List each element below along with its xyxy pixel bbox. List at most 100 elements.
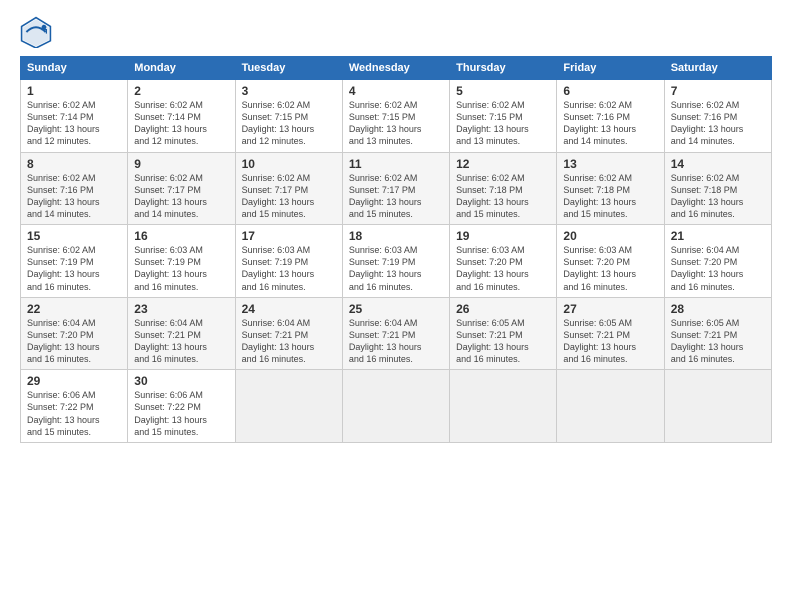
day-info: Sunrise: 6:02 AM Sunset: 7:16 PM Dayligh… [27,172,121,221]
day-info: Sunrise: 6:02 AM Sunset: 7:16 PM Dayligh… [563,99,657,148]
day-number: 11 [349,157,443,171]
day-info: Sunrise: 6:02 AM Sunset: 7:14 PM Dayligh… [27,99,121,148]
day-number: 16 [134,229,228,243]
day-number: 9 [134,157,228,171]
calendar-week-4: 22Sunrise: 6:04 AM Sunset: 7:20 PM Dayli… [21,297,772,370]
calendar-cell: 28Sunrise: 6:05 AM Sunset: 7:21 PM Dayli… [664,297,771,370]
calendar-cell: 8Sunrise: 6:02 AM Sunset: 7:16 PM Daylig… [21,152,128,225]
header [20,16,772,48]
day-info: Sunrise: 6:02 AM Sunset: 7:17 PM Dayligh… [349,172,443,221]
calendar-cell: 3Sunrise: 6:02 AM Sunset: 7:15 PM Daylig… [235,80,342,153]
day-info: Sunrise: 6:02 AM Sunset: 7:18 PM Dayligh… [671,172,765,221]
day-number: 2 [134,84,228,98]
day-info: Sunrise: 6:02 AM Sunset: 7:16 PM Dayligh… [671,99,765,148]
calendar-cell: 7Sunrise: 6:02 AM Sunset: 7:16 PM Daylig… [664,80,771,153]
day-number: 22 [27,302,121,316]
calendar-cell: 26Sunrise: 6:05 AM Sunset: 7:21 PM Dayli… [450,297,557,370]
calendar-cell [557,370,664,443]
day-number: 12 [456,157,550,171]
day-number: 3 [242,84,336,98]
calendar-cell [664,370,771,443]
day-number: 7 [671,84,765,98]
calendar-cell: 6Sunrise: 6:02 AM Sunset: 7:16 PM Daylig… [557,80,664,153]
calendar-cell: 9Sunrise: 6:02 AM Sunset: 7:17 PM Daylig… [128,152,235,225]
calendar-cell: 5Sunrise: 6:02 AM Sunset: 7:15 PM Daylig… [450,80,557,153]
calendar-cell: 10Sunrise: 6:02 AM Sunset: 7:17 PM Dayli… [235,152,342,225]
day-info: Sunrise: 6:03 AM Sunset: 7:20 PM Dayligh… [456,244,550,293]
day-number: 25 [349,302,443,316]
calendar-header-row: SundayMondayTuesdayWednesdayThursdayFrid… [21,57,772,80]
calendar-cell: 15Sunrise: 6:02 AM Sunset: 7:19 PM Dayli… [21,225,128,298]
day-number: 10 [242,157,336,171]
day-info: Sunrise: 6:02 AM Sunset: 7:17 PM Dayligh… [134,172,228,221]
calendar-cell: 11Sunrise: 6:02 AM Sunset: 7:17 PM Dayli… [342,152,449,225]
logo [20,16,58,48]
page: SundayMondayTuesdayWednesdayThursdayFrid… [0,0,792,612]
day-info: Sunrise: 6:06 AM Sunset: 7:22 PM Dayligh… [134,389,228,438]
day-number: 27 [563,302,657,316]
calendar-cell: 29Sunrise: 6:06 AM Sunset: 7:22 PM Dayli… [21,370,128,443]
calendar-cell: 27Sunrise: 6:05 AM Sunset: 7:21 PM Dayli… [557,297,664,370]
calendar-header-tuesday: Tuesday [235,57,342,80]
calendar-header-friday: Friday [557,57,664,80]
day-number: 24 [242,302,336,316]
day-number: 26 [456,302,550,316]
day-number: 14 [671,157,765,171]
day-number: 23 [134,302,228,316]
day-info: Sunrise: 6:02 AM Sunset: 7:14 PM Dayligh… [134,99,228,148]
calendar-header-thursday: Thursday [450,57,557,80]
day-info: Sunrise: 6:03 AM Sunset: 7:19 PM Dayligh… [242,244,336,293]
calendar-cell [450,370,557,443]
day-info: Sunrise: 6:02 AM Sunset: 7:17 PM Dayligh… [242,172,336,221]
calendar-cell [235,370,342,443]
day-info: Sunrise: 6:04 AM Sunset: 7:21 PM Dayligh… [349,317,443,366]
calendar-cell: 4Sunrise: 6:02 AM Sunset: 7:15 PM Daylig… [342,80,449,153]
calendar-cell: 22Sunrise: 6:04 AM Sunset: 7:20 PM Dayli… [21,297,128,370]
day-info: Sunrise: 6:02 AM Sunset: 7:15 PM Dayligh… [349,99,443,148]
day-number: 13 [563,157,657,171]
calendar-cell: 25Sunrise: 6:04 AM Sunset: 7:21 PM Dayli… [342,297,449,370]
day-info: Sunrise: 6:02 AM Sunset: 7:15 PM Dayligh… [242,99,336,148]
calendar-cell: 30Sunrise: 6:06 AM Sunset: 7:22 PM Dayli… [128,370,235,443]
day-info: Sunrise: 6:06 AM Sunset: 7:22 PM Dayligh… [27,389,121,438]
calendar-table: SundayMondayTuesdayWednesdayThursdayFrid… [20,56,772,443]
day-info: Sunrise: 6:02 AM Sunset: 7:19 PM Dayligh… [27,244,121,293]
calendar-cell: 1Sunrise: 6:02 AM Sunset: 7:14 PM Daylig… [21,80,128,153]
day-number: 29 [27,374,121,388]
day-info: Sunrise: 6:02 AM Sunset: 7:15 PM Dayligh… [456,99,550,148]
calendar-week-2: 8Sunrise: 6:02 AM Sunset: 7:16 PM Daylig… [21,152,772,225]
calendar-cell: 19Sunrise: 6:03 AM Sunset: 7:20 PM Dayli… [450,225,557,298]
day-info: Sunrise: 6:04 AM Sunset: 7:21 PM Dayligh… [134,317,228,366]
day-info: Sunrise: 6:05 AM Sunset: 7:21 PM Dayligh… [563,317,657,366]
day-number: 8 [27,157,121,171]
calendar-cell: 17Sunrise: 6:03 AM Sunset: 7:19 PM Dayli… [235,225,342,298]
calendar-cell: 2Sunrise: 6:02 AM Sunset: 7:14 PM Daylig… [128,80,235,153]
day-number: 5 [456,84,550,98]
calendar-cell: 18Sunrise: 6:03 AM Sunset: 7:19 PM Dayli… [342,225,449,298]
calendar-week-3: 15Sunrise: 6:02 AM Sunset: 7:19 PM Dayli… [21,225,772,298]
calendar-cell: 13Sunrise: 6:02 AM Sunset: 7:18 PM Dayli… [557,152,664,225]
calendar-cell: 24Sunrise: 6:04 AM Sunset: 7:21 PM Dayli… [235,297,342,370]
day-info: Sunrise: 6:04 AM Sunset: 7:21 PM Dayligh… [242,317,336,366]
day-info: Sunrise: 6:03 AM Sunset: 7:19 PM Dayligh… [349,244,443,293]
calendar-cell: 14Sunrise: 6:02 AM Sunset: 7:18 PM Dayli… [664,152,771,225]
day-number: 20 [563,229,657,243]
day-info: Sunrise: 6:02 AM Sunset: 7:18 PM Dayligh… [563,172,657,221]
day-info: Sunrise: 6:04 AM Sunset: 7:20 PM Dayligh… [671,244,765,293]
calendar-header-wednesday: Wednesday [342,57,449,80]
day-info: Sunrise: 6:03 AM Sunset: 7:19 PM Dayligh… [134,244,228,293]
logo-icon [20,16,52,48]
day-info: Sunrise: 6:04 AM Sunset: 7:20 PM Dayligh… [27,317,121,366]
day-number: 6 [563,84,657,98]
day-number: 18 [349,229,443,243]
day-number: 1 [27,84,121,98]
calendar-cell: 21Sunrise: 6:04 AM Sunset: 7:20 PM Dayli… [664,225,771,298]
day-number: 28 [671,302,765,316]
day-number: 19 [456,229,550,243]
day-number: 30 [134,374,228,388]
day-number: 17 [242,229,336,243]
calendar-cell: 20Sunrise: 6:03 AM Sunset: 7:20 PM Dayli… [557,225,664,298]
calendar-week-1: 1Sunrise: 6:02 AM Sunset: 7:14 PM Daylig… [21,80,772,153]
calendar-header-monday: Monday [128,57,235,80]
day-number: 21 [671,229,765,243]
